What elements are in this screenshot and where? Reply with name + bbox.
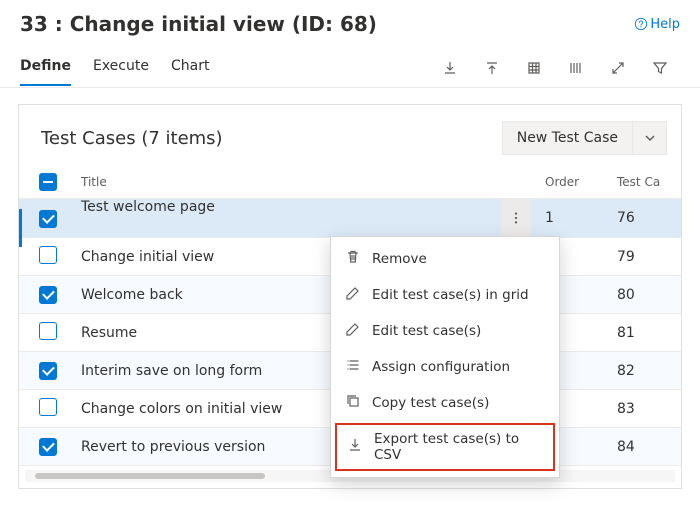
download-icon bbox=[347, 437, 363, 457]
menu-item[interactable]: Copy test case(s) bbox=[331, 385, 559, 421]
new-test-case-button[interactable]: New Test Case bbox=[502, 121, 633, 155]
menu-item[interactable]: Export test case(s) to CSV bbox=[335, 423, 555, 471]
row-title: Test welcome page bbox=[69, 199, 531, 238]
expand-button[interactable] bbox=[598, 50, 638, 86]
pencil-icon bbox=[345, 285, 361, 305]
row-checkbox[interactable] bbox=[39, 246, 57, 264]
menu-item-label: Edit test case(s) bbox=[372, 323, 481, 339]
row-testcase: 80 bbox=[603, 276, 681, 314]
list-icon bbox=[345, 357, 361, 377]
download-icon bbox=[442, 60, 458, 76]
row-checkbox[interactable] bbox=[39, 322, 57, 340]
row-checkbox[interactable] bbox=[39, 286, 57, 304]
new-test-case-dropdown[interactable] bbox=[633, 121, 667, 155]
copy-icon bbox=[345, 393, 361, 413]
row-checkbox[interactable] bbox=[39, 438, 57, 456]
column-order[interactable]: Order bbox=[531, 165, 603, 199]
row-menu-icon[interactable] bbox=[501, 199, 531, 237]
panel-title: Test Cases (7 items) bbox=[41, 128, 223, 149]
row-testcase: 79 bbox=[603, 238, 681, 276]
tab-define[interactable]: Define bbox=[20, 50, 71, 86]
grid-icon bbox=[526, 60, 542, 76]
menu-item[interactable]: Edit test case(s) in grid bbox=[331, 277, 559, 313]
select-all-checkbox[interactable] bbox=[39, 173, 57, 191]
row-testcase: 83 bbox=[603, 390, 681, 428]
pencil-icon bbox=[345, 321, 361, 341]
help-icon bbox=[634, 17, 648, 31]
filter-button[interactable] bbox=[640, 50, 680, 86]
columns-button[interactable] bbox=[556, 50, 596, 86]
row-order: 1 bbox=[531, 199, 603, 238]
menu-item-label: Export test case(s) to CSV bbox=[374, 431, 543, 463]
columns-icon bbox=[568, 60, 584, 76]
upload-icon bbox=[484, 60, 500, 76]
tab-chart[interactable]: Chart bbox=[171, 50, 209, 85]
filter-icon bbox=[652, 60, 668, 76]
chevron-down-icon bbox=[644, 132, 656, 144]
context-menu: Remove Edit test case(s) in grid Edit test… bbox=[330, 236, 560, 478]
grid-button[interactable] bbox=[514, 50, 554, 86]
help-link[interactable]: Help bbox=[634, 17, 680, 32]
import-button[interactable] bbox=[430, 50, 470, 86]
menu-item[interactable]: Edit test case(s) bbox=[331, 313, 559, 349]
menu-item-label: Edit test case(s) in grid bbox=[372, 287, 529, 303]
row-checkbox[interactable] bbox=[39, 362, 57, 380]
help-label: Help bbox=[650, 17, 680, 32]
expand-icon bbox=[610, 60, 626, 76]
table-row[interactable]: Test welcome page176 bbox=[19, 199, 681, 238]
row-testcase: 81 bbox=[603, 314, 681, 352]
row-checkbox[interactable] bbox=[39, 398, 57, 416]
menu-item-label: Remove bbox=[372, 251, 427, 267]
row-testcase: 82 bbox=[603, 352, 681, 390]
tab-execute[interactable]: Execute bbox=[93, 50, 149, 85]
column-test-case[interactable]: Test Ca bbox=[603, 165, 681, 199]
menu-item-label: Copy test case(s) bbox=[372, 395, 489, 411]
column-title[interactable]: Title bbox=[69, 165, 531, 199]
row-checkbox[interactable] bbox=[39, 210, 57, 228]
row-testcase: 76 bbox=[603, 199, 681, 238]
export-button[interactable] bbox=[472, 50, 512, 86]
row-testcase: 84 bbox=[603, 428, 681, 466]
menu-item-label: Assign configuration bbox=[372, 359, 510, 375]
page-title: 33 : Change initial view (ID: 68) bbox=[20, 12, 377, 36]
menu-item[interactable]: Remove bbox=[331, 241, 559, 277]
scroll-thumb[interactable] bbox=[35, 473, 265, 479]
trash-icon bbox=[345, 249, 361, 269]
menu-item[interactable]: Assign configuration bbox=[331, 349, 559, 385]
